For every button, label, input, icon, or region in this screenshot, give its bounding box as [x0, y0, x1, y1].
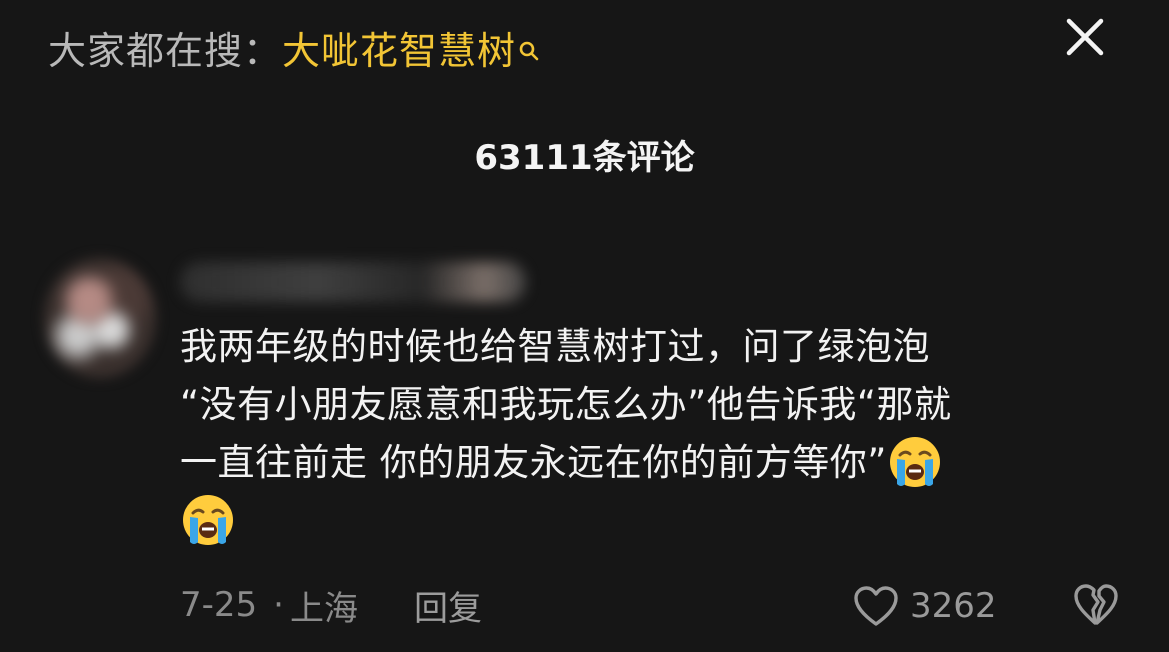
heart-outline-icon [854, 586, 898, 626]
dislike-button[interactable] [1072, 582, 1120, 628]
like-count: 3262 [910, 586, 997, 626]
crying-face-emoji-icon [887, 434, 943, 490]
comment-meta: 7-25 · 上海 回复 [180, 580, 482, 630]
comment-body[interactable]: 我两年级的时候也给智慧树打过，问了绿泡泡 “没有小朋友愿意和我玩怎么办”他告诉我… [180, 318, 1125, 550]
comment-line: “没有小朋友愿意和我玩怎么办”他告诉我“那就 [180, 383, 952, 426]
reply-button[interactable]: 回复 [414, 581, 482, 630]
search-hint-prefix: 大家都在搜： [48, 28, 283, 73]
close-button[interactable] [1060, 12, 1110, 62]
comment-line-with-emoji: 一直往前走 你的朋友永远在你的前方等你” [180, 434, 1125, 492]
search-icon [518, 27, 540, 61]
trending-search-hint[interactable]: 大家都在搜： 大呲花智慧树 [48, 18, 540, 76]
comment-count-title: 63111条评论 [474, 138, 695, 178]
comment-line: 我两年级的时候也给智慧树打过，问了绿泡泡 [180, 325, 930, 368]
like-button[interactable]: 3262 [852, 582, 997, 630]
comments-page: 大家都在搜： 大呲花智慧树 63111条评论 我两年级的时候也给智慧树打过，问了… [0, 0, 1169, 652]
avatar[interactable] [44, 258, 156, 378]
broken-heart-icon [1074, 584, 1118, 625]
search-hint-term[interactable]: 大呲花智慧树 [282, 20, 516, 75]
comment-location: 上海 [289, 588, 358, 629]
close-icon [1066, 18, 1104, 56]
username-blurred[interactable] [180, 262, 526, 302]
meta-separator: · [273, 585, 284, 625]
crying-face-emoji-icon [180, 492, 236, 548]
comment-date: 7-25 [180, 585, 258, 625]
comment-line: 一直往前走 你的朋友永远在你的前方等你” [180, 441, 887, 484]
comment-emoji-line [180, 492, 1125, 550]
